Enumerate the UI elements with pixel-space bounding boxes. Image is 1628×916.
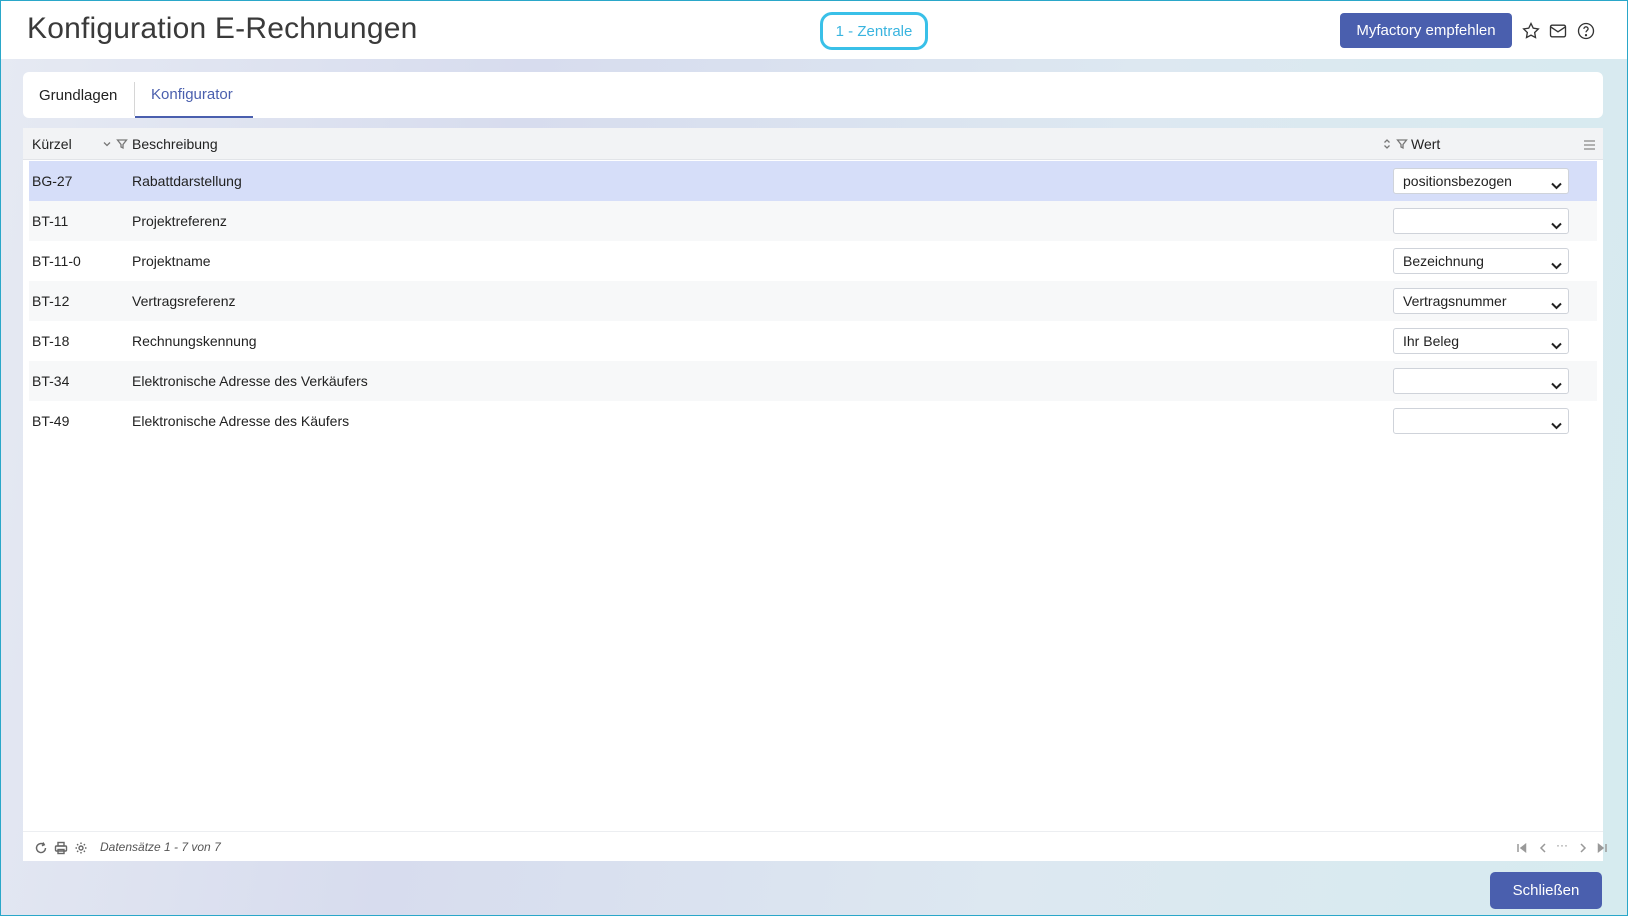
grid-rows: BG-27 Rabattdarstellung positionsbezogen… — [29, 161, 1597, 441]
branch-selector[interactable]: 1 - Zentrale — [820, 12, 928, 50]
table-row[interactable]: BT-49 Elektronische Adresse des Käufers — [29, 401, 1597, 441]
column-tools-kuerzel — [101, 137, 128, 155]
table-row[interactable]: BT-18 Rechnungskennung Ihr Beleg — [29, 321, 1597, 361]
chevron-down-icon — [1551, 377, 1562, 393]
table-row[interactable]: BT-34 Elektronische Adresse des Verkäufe… — [29, 361, 1597, 401]
close-button[interactable]: Schließen — [1490, 872, 1602, 909]
chevron-down-icon — [1551, 417, 1562, 433]
print-icon[interactable] — [54, 841, 68, 860]
previous-page-icon[interactable] — [1537, 841, 1549, 859]
chevron-down-icon — [1551, 297, 1562, 313]
column-header-wert[interactable]: Wert — [1411, 136, 1440, 152]
wert-select[interactable]: Ihr Beleg — [1393, 328, 1569, 354]
sort-icon[interactable] — [1381, 137, 1393, 155]
star-icon[interactable] — [1520, 20, 1542, 42]
wert-select-value: Bezeichnung — [1403, 253, 1484, 269]
column-header-beschreibung[interactable]: Beschreibung — [132, 136, 218, 152]
next-page-icon[interactable] — [1577, 841, 1589, 859]
page-title: Konfiguration E-Rechnungen — [27, 12, 418, 45]
cell-kuerzel: BT-18 — [32, 333, 70, 349]
cell-beschreibung: Elektronische Adresse des Verkäufers — [132, 373, 368, 389]
wert-select-value: Ihr Beleg — [1403, 333, 1460, 349]
wert-select[interactable] — [1393, 208, 1569, 234]
cell-beschreibung: Rechnungskennung — [132, 333, 257, 349]
table-row[interactable]: BT-12 Vertragsreferenz Vertragsnummer — [29, 281, 1597, 321]
chevron-down-icon — [1551, 337, 1562, 353]
cell-kuerzel: BT-11-0 — [32, 253, 81, 269]
gear-icon[interactable] — [74, 841, 88, 860]
wert-select[interactable] — [1393, 368, 1569, 394]
first-page-icon[interactable] — [1516, 841, 1528, 859]
column-header-kuerzel[interactable]: Kürzel — [32, 136, 72, 152]
cell-beschreibung: Vertragsreferenz — [132, 293, 236, 309]
wert-select[interactable] — [1393, 408, 1569, 434]
page-header: Konfiguration E-Rechnungen 1 - Zentrale … — [1, 1, 1627, 59]
tab-bar: Grundlagen Konfigurator — [23, 72, 1603, 118]
table-row[interactable]: BG-27 Rabattdarstellung positionsbezogen — [29, 161, 1597, 201]
config-grid: Kürzel Beschreibung Wert BG-27 Rabattdar… — [23, 128, 1607, 861]
chevron-down-icon — [1551, 257, 1562, 273]
cell-beschreibung: Elektronische Adresse des Käufers — [132, 413, 350, 429]
cell-kuerzel: BT-49 — [32, 413, 70, 429]
wert-select-value: Vertragsnummer — [1403, 293, 1507, 309]
cell-beschreibung: Projektname — [132, 253, 211, 269]
table-row[interactable]: BT-11 Projektreferenz — [29, 201, 1597, 241]
app-window: Konfiguration E-Rechnungen 1 - Zentrale … — [0, 0, 1628, 916]
page-ellipsis[interactable]: ··· — [1556, 838, 1568, 852]
cell-beschreibung: Projektreferenz — [132, 213, 227, 229]
chevron-down-icon — [1551, 177, 1562, 193]
chevron-down-icon — [1551, 217, 1562, 233]
cell-beschreibung: Rabattdarstellung — [132, 173, 242, 189]
cell-kuerzel: BT-12 — [32, 293, 70, 309]
wert-select-value: positionsbezogen — [1403, 173, 1512, 189]
table-row[interactable]: BT-11-0 Projektname Bezeichnung — [29, 241, 1597, 281]
grid-footer: Datensätze 1 - 7 von 7 ··· — [23, 831, 1607, 861]
cell-kuerzel: BG-27 — [32, 173, 73, 189]
wert-select[interactable]: Bezeichnung — [1393, 248, 1569, 274]
refresh-icon[interactable] — [34, 841, 48, 860]
column-tools-beschreibung — [1381, 137, 1408, 155]
mail-icon[interactable] — [1547, 20, 1569, 42]
sort-icon[interactable] — [101, 137, 113, 155]
filter-icon[interactable] — [1396, 137, 1408, 155]
cell-kuerzel: BT-34 — [32, 373, 70, 389]
cell-kuerzel: BT-11 — [32, 213, 69, 229]
column-menu-icon[interactable] — [1583, 138, 1596, 156]
last-page-icon[interactable] — [1596, 841, 1608, 859]
grid-header: Kürzel Beschreibung Wert — [23, 128, 1603, 160]
filter-icon[interactable] — [116, 137, 128, 155]
tab-grundlagen[interactable]: Grundlagen — [23, 72, 134, 118]
wert-select[interactable]: Vertragsnummer — [1393, 288, 1569, 314]
recommend-button[interactable]: Myfactory empfehlen — [1340, 13, 1512, 48]
wert-select[interactable]: positionsbezogen — [1393, 168, 1569, 194]
records-count: Datensätze 1 - 7 von 7 — [100, 840, 221, 854]
tab-konfigurator[interactable]: Konfigurator — [135, 72, 253, 118]
help-icon[interactable] — [1575, 20, 1597, 42]
